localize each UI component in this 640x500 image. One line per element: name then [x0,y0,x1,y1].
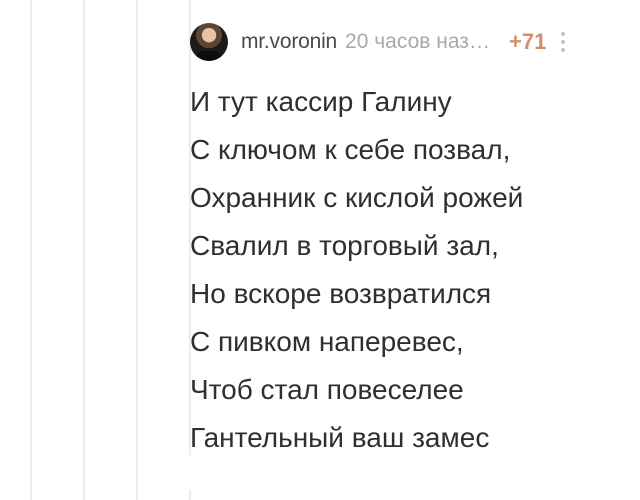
comment-line: Чтоб стал повеселее [190,374,464,405]
comment-line: Охранник с кислой рожей [190,182,524,213]
comment-header: mr.voronin 20 часов назад +71 [190,22,630,62]
thread-guide-line[interactable] [189,490,191,500]
dot [561,32,566,36]
comment-line: С ключом к себе позвал, [190,134,511,165]
comment-line: Свалил в торговый зал, [190,230,499,261]
more-options-icon[interactable] [560,32,566,52]
avatar-shirt [196,51,222,61]
comment-body: И тут кассир Галину С ключом к себе позв… [190,78,630,462]
thread-guide-line [136,0,138,500]
dot [561,40,566,44]
comment-line: И тут кассир Галину [190,86,452,117]
comment-rating: +71 [509,29,547,54]
comment-timestamp[interactable]: 20 часов назад [345,30,491,54]
avatar[interactable] [190,23,228,61]
dot [561,48,566,52]
comment-line: Гантельный ваш замес [190,422,490,453]
thread-guide-line [83,0,85,500]
comment-thread: mr.voronin 20 часов назад +71 И тут касс… [0,0,640,500]
comment-line: Но вскоре возвратился [190,278,492,309]
comment-line: С пивком наперевес, [190,326,464,357]
username-link[interactable]: mr.voronin [241,30,337,54]
thread-guide-line [30,0,32,500]
comment: mr.voronin 20 часов назад +71 И тут касс… [190,22,630,462]
